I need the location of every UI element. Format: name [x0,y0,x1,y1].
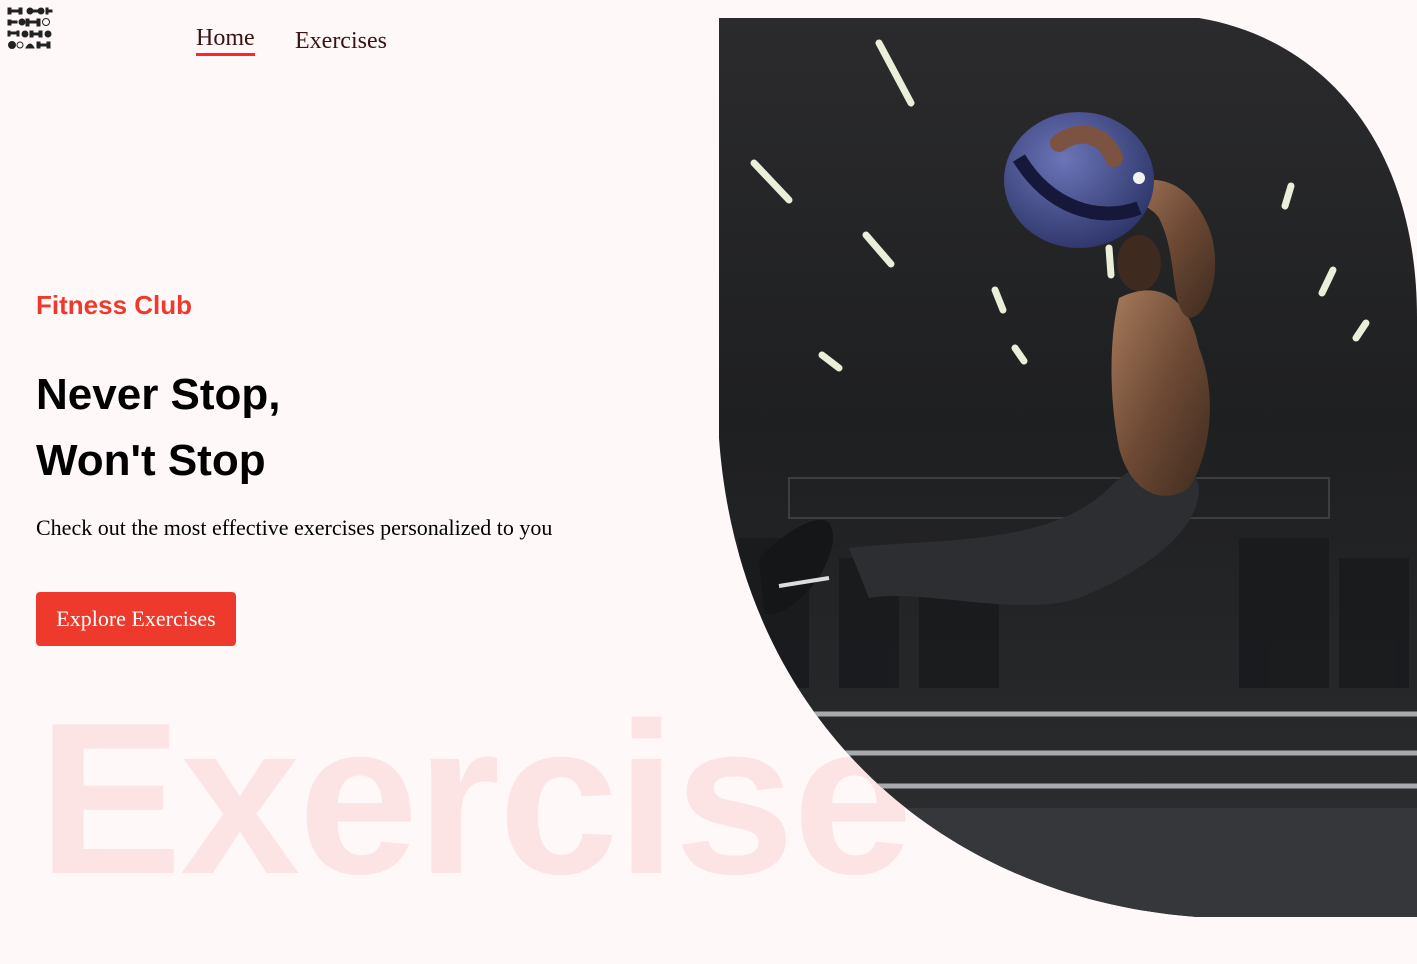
headline-line-2: Won't Stop [36,436,266,485]
logo-icon[interactable] [6,4,54,52]
hero-banner-image [719,18,1417,917]
headline-line-1: Never Stop, [36,370,281,419]
brand-label: Fitness Club [36,290,193,320]
nav-exercises-link[interactable]: Exercises [295,28,387,55]
hero-headline: Never Stop, Won't Stop [36,362,281,494]
dumbbells-logo-icon [7,7,53,49]
athlete-jumping-image [719,18,1417,917]
nav-home-link[interactable]: Home [196,25,255,56]
hero-subtitle: Check out the most effective exercises p… [36,515,553,540]
explore-exercises-button[interactable]: Explore Exercises [36,592,236,646]
